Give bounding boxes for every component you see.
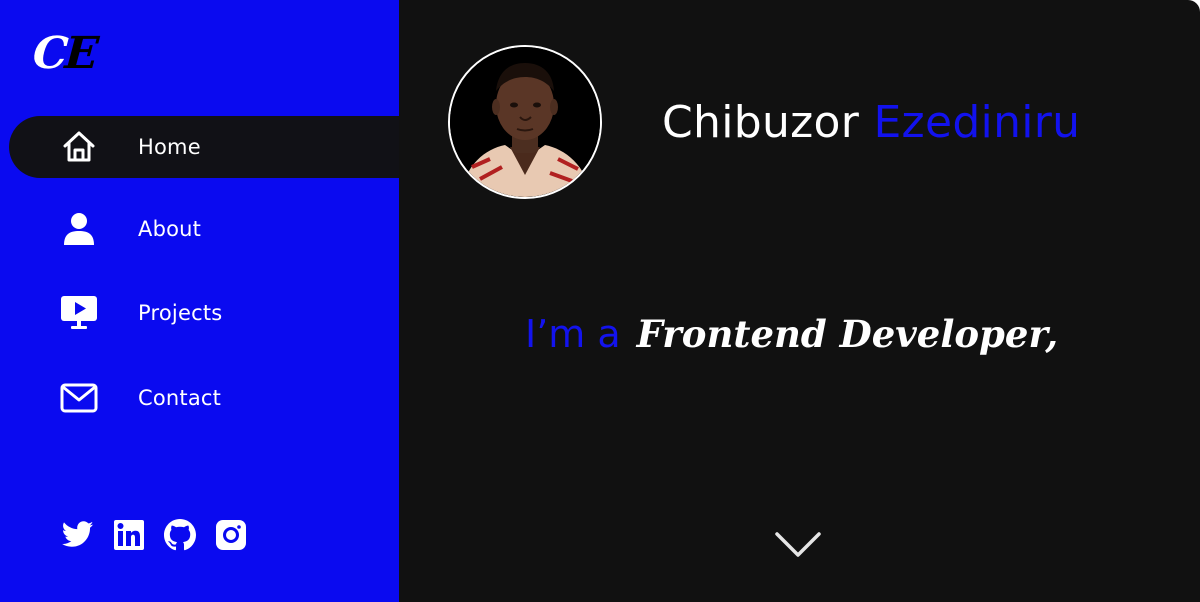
- home-icon: [60, 128, 98, 166]
- linkedin-icon[interactable]: [112, 518, 145, 551]
- sidebar-item-about[interactable]: About: [9, 198, 433, 260]
- tagline-role: Frontend Developer,: [636, 312, 1059, 356]
- sidebar-item-label: Projects: [138, 301, 223, 325]
- github-icon[interactable]: [163, 518, 196, 551]
- sidebar-item-label: Contact: [138, 386, 222, 410]
- sidebar: CE Home About Projects Contact: [0, 0, 433, 602]
- page-title: Chibuzor Ezediniru: [662, 96, 1080, 150]
- tagline: I’m a Frontend Developer,: [525, 312, 1058, 356]
- sidebar-item-label: About: [138, 217, 202, 241]
- tagline-prefix: I’m a: [525, 312, 621, 356]
- sidebar-item-label: Home: [138, 135, 201, 159]
- last-name: Ezediniru: [873, 97, 1081, 148]
- logo-letter-c: C: [31, 28, 67, 79]
- sidebar-item-contact[interactable]: Contact: [9, 367, 433, 429]
- social-links: [61, 518, 247, 551]
- logo-letter-e: E: [63, 28, 98, 79]
- sidebar-item-projects[interactable]: Projects: [9, 282, 433, 344]
- twitter-icon[interactable]: [61, 518, 94, 551]
- instagram-icon[interactable]: [214, 518, 247, 551]
- chevron-down-icon[interactable]: [774, 527, 822, 563]
- avatar: [448, 45, 602, 199]
- site-logo[interactable]: CE: [31, 28, 97, 80]
- first-name: Chibuzor: [662, 97, 860, 148]
- presentation-icon: [60, 294, 98, 332]
- hero-section: Chibuzor Ezediniru I’m a Frontend Develo…: [399, 0, 1200, 602]
- portfolio-page: CE Home About Projects Contact Chibuzor …: [0, 0, 1200, 602]
- user-icon: [60, 210, 98, 248]
- envelope-icon: [60, 379, 98, 417]
- sidebar-item-home[interactable]: Home: [9, 116, 433, 178]
